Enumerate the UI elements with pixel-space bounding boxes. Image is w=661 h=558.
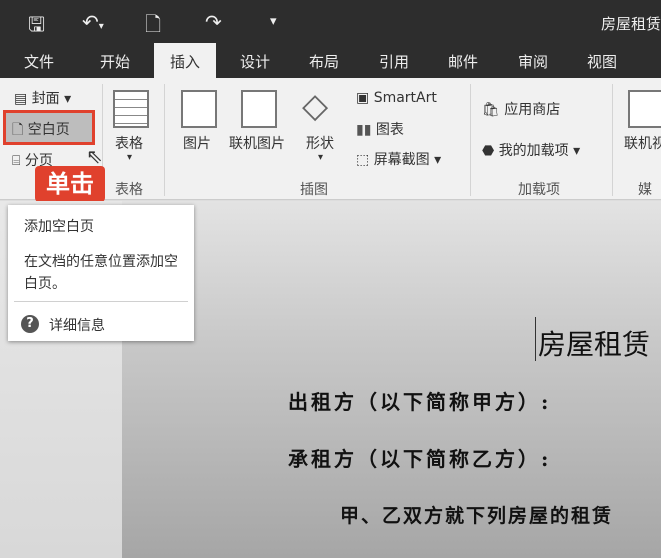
chart-button[interactable]: ▮▮ 图表 xyxy=(356,119,404,139)
help-icon: ? xyxy=(21,315,39,333)
chevron-down-icon: ▾ xyxy=(318,152,324,163)
tab-references[interactable]: 引用 xyxy=(379,51,409,72)
redo-icon[interactable]: ↷ xyxy=(205,10,222,34)
blank-page-label: 空白页 xyxy=(27,122,70,138)
tab-file[interactable]: 文件 xyxy=(24,51,54,72)
separator xyxy=(470,84,471,196)
customize-toolbar-icon[interactable]: ▾ xyxy=(270,14,277,29)
document-line: 甲、乙双方就下列房屋的租赁 xyxy=(340,505,614,527)
chart-icon: ▮▮ xyxy=(356,122,372,138)
online-picture-icon xyxy=(241,90,277,128)
tab-review[interactable]: 审阅 xyxy=(518,51,548,72)
store-button[interactable]: 🛍 应用商店 xyxy=(482,99,560,119)
title-bar: 🖫 ↶▾ 🗋 ↷ ▾ 房屋租赁 xyxy=(0,0,661,43)
online-picture-button[interactable]: 联机图片 xyxy=(229,133,285,153)
cover-page-button[interactable]: ▤ 封面 ▾ xyxy=(14,88,71,108)
text-cursor xyxy=(535,317,536,361)
cover-label: 封面 xyxy=(31,91,60,107)
my-addins-label: 我的加载项 xyxy=(498,143,569,159)
click-annotation: 单击 xyxy=(35,166,105,202)
online-video-button[interactable]: 联机视 xyxy=(624,133,661,153)
separator xyxy=(164,84,165,196)
shapes-button[interactable]: 形状 xyxy=(306,133,334,153)
chart-label: 图表 xyxy=(375,122,404,138)
online-video-icon xyxy=(628,90,661,128)
picture-icon xyxy=(181,90,217,128)
document-page[interactable]: 房屋租赁 出租方（以下简称甲方）: 承租方（以下简称乙方）: 甲、乙双方就下列房… xyxy=(122,201,661,558)
more-info-link[interactable]: 详细信息 xyxy=(49,315,105,335)
screenshot-button[interactable]: ⬚ 屏幕截图 ▾ xyxy=(356,149,441,169)
save-icon[interactable]: 🖫 xyxy=(28,10,45,44)
tab-design[interactable]: 设计 xyxy=(240,51,270,72)
smartart-label: SmartArt xyxy=(373,90,437,106)
my-addins-button[interactable]: ⬣ 我的加载项 ▾ xyxy=(482,140,580,160)
tab-insert[interactable]: 插入 xyxy=(154,43,217,78)
shapes-icon: ◇ xyxy=(302,86,329,126)
group-label-illustrations: 插图 xyxy=(300,182,328,198)
screenshot-label: 屏幕截图 xyxy=(373,152,430,168)
document-line: 承租方（以下简称乙方）: xyxy=(288,447,552,471)
group-label-table: 表格 xyxy=(115,182,143,198)
document-line: 出租方（以下简称甲方）: xyxy=(288,390,552,414)
divider xyxy=(14,301,188,302)
picture-button[interactable]: 图片 xyxy=(183,133,211,153)
tab-layout[interactable]: 布局 xyxy=(309,51,339,72)
tab-mailings[interactable]: 邮件 xyxy=(448,51,478,72)
undo-icon[interactable]: ↶▾ xyxy=(82,10,104,34)
table-icon xyxy=(113,90,149,128)
document-heading: 房屋租赁 xyxy=(538,328,651,361)
mouse-cursor-icon: ⇖ xyxy=(86,144,103,168)
tooltip-description: 在文档的任意位置添加空白页。 xyxy=(24,254,178,292)
tab-home[interactable]: 开始 xyxy=(100,51,130,72)
new-document-icon[interactable]: 🗋 xyxy=(145,10,161,44)
smartart-button[interactable]: ▣ SmartArt xyxy=(356,90,437,106)
tooltip-title: 添加空白页 xyxy=(24,219,94,235)
ribbon-tabs: 文件 开始 插入 设计 布局 引用 邮件 审阅 视图 xyxy=(0,43,661,78)
store-label: 应用商店 xyxy=(504,102,561,118)
tab-view[interactable]: 视图 xyxy=(587,51,617,72)
table-button[interactable]: 表格 xyxy=(115,133,143,153)
tooltip: 添加空白页 在文档的任意位置添加空白页。 ? 详细信息 xyxy=(8,205,194,341)
group-label-addins: 加载项 xyxy=(518,182,560,198)
blank-page-button[interactable]: 🗋 空白页 xyxy=(12,119,70,143)
separator xyxy=(612,84,613,196)
chevron-down-icon: ▾ xyxy=(127,152,133,163)
document-title: 房屋租赁 xyxy=(600,15,661,33)
